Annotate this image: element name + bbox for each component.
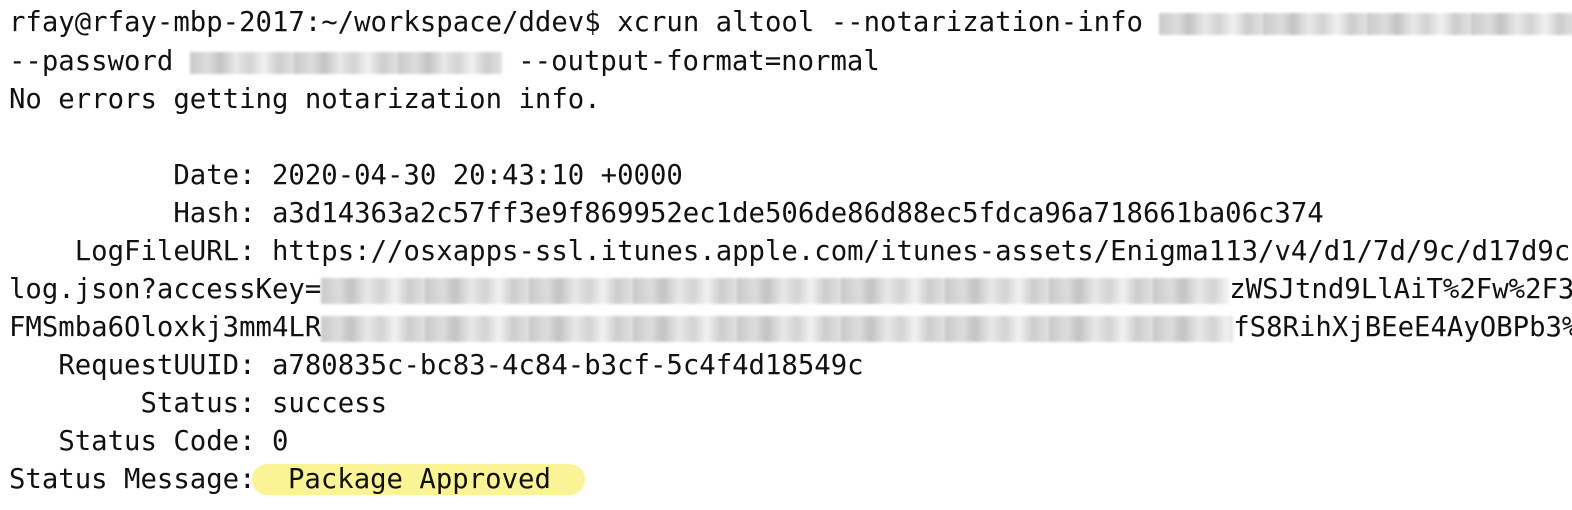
date-row: Date: 2020-04-30 20:43:10 +0000 — [9, 157, 683, 195]
logfile-token-suffix: fS8RihXjBEeE4AyOBPb3%2 — [1233, 312, 1572, 343]
hash-label: Hash: — [173, 198, 256, 229]
logfile-row: LogFileURL: https://osxapps-ssl.itunes.a… — [9, 233, 1572, 271]
date-label: Date: — [173, 160, 256, 191]
status-code-value: 0 — [271, 426, 289, 457]
logfile-label: LogFileURL: — [74, 236, 256, 267]
status-code-label: Status Code: — [58, 426, 256, 457]
status-message-row: Status Message: Package Approved — [9, 461, 585, 499]
command-text: xcrun altool --notarization-info — [617, 7, 1143, 38]
redacted-password — [189, 51, 502, 74]
uuid-label: RequestUUID: — [58, 350, 256, 381]
terminal-output: rfay@rfay-mbp-2017:~/workspace/ddev$ xcr… — [9, 0, 1572, 510]
status-message-label: Status Message: — [9, 464, 256, 495]
logfile-continuation-2: FMSmba6Oloxkj3mm4LR fS8RihXjBEeE4AyOBPb3%… — [9, 309, 1572, 347]
logfile-token-prefix: FMSmba6Oloxkj3mm4LR — [9, 312, 322, 343]
logfile-access-key-suffix: zWSJtnd9LlAiT%2Fw%2F3J — [1229, 274, 1572, 305]
output-format-flag: --output-format=normal — [518, 46, 880, 77]
shell-prompt: rfay@rfay-mbp-2017:~/workspace/ddev$ — [9, 7, 601, 38]
logfile-continuation-1: log.json?accessKey= zWSJtnd9LlAiT%2Fw%2F3… — [9, 271, 1572, 309]
uuid-row: RequestUUID: a780835c-bc83-4c84-b3cf-5c4… — [9, 347, 864, 385]
logfile-access-key-prefix: log.json?accessKey= — [9, 274, 322, 305]
status-code-row: Status Code: 0 — [9, 423, 288, 461]
password-flag: --password — [9, 46, 174, 77]
redacted-apple-id — [1159, 12, 1572, 35]
date-value: 2020-04-30 20:43:10 +0000 — [271, 160, 683, 191]
redacted-access-key — [321, 277, 1230, 304]
status-value: success — [271, 388, 388, 419]
info-line: No errors getting notarization info. — [9, 84, 601, 115]
logfile-value: https://osxapps-ssl.itunes.apple.com/itu… — [271, 236, 1572, 267]
uuid-value: a780835c-bc83-4c84-b3cf-5c4f4d18549c — [271, 350, 864, 381]
command-line-2: --password --output-format=normal — [9, 43, 880, 81]
status-message-value: Package Approved — [287, 464, 551, 495]
command-line-1: rfay@rfay-mbp-2017:~/workspace/ddev$ xcr… — [9, 4, 1572, 42]
status-label: Status: — [140, 388, 256, 419]
redacted-token — [321, 315, 1234, 342]
status-message-highlight: Package Approved — [251, 464, 585, 495]
hash-value: a3d14363a2c57ff3e9f869952ec1de506de86d88… — [271, 198, 1324, 229]
status-row: Status: success — [9, 385, 387, 423]
hash-row: Hash: a3d14363a2c57ff3e9f869952ec1de506d… — [9, 195, 1324, 233]
